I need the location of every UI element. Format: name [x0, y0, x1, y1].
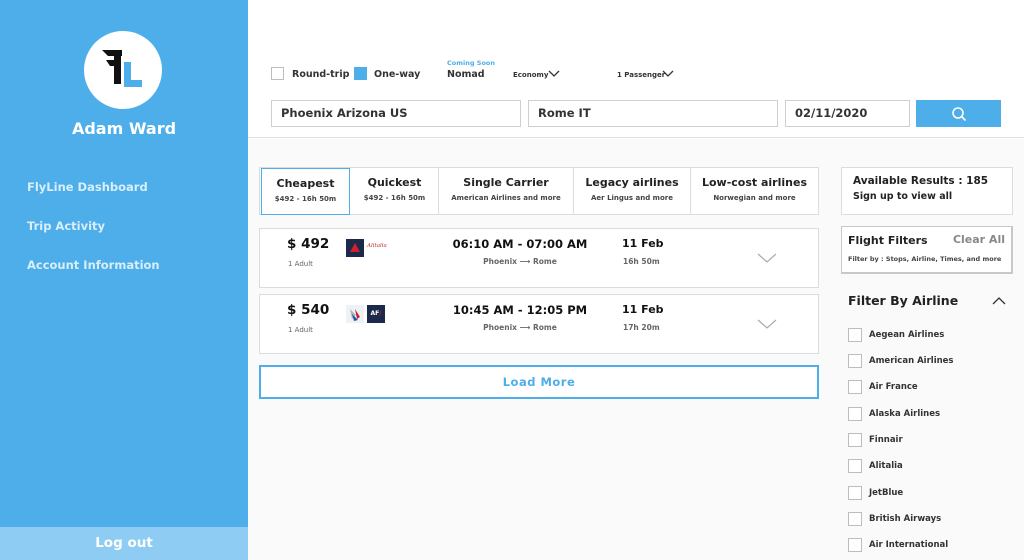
tab-subtitle: Norwegian and more [713, 194, 796, 202]
nav-item-trip-activity[interactable]: Trip Activity [27, 219, 105, 233]
airline-label: Aegean Airlines [869, 330, 945, 340]
arrow-right-icon: ⟶ [519, 323, 533, 332]
alitalia-logo-icon: Alitalia [367, 243, 387, 249]
nav-item-flyline-dashboard[interactable]: FlyLine Dashboard [27, 180, 148, 194]
tab-title: Quickest [367, 176, 422, 189]
clear-all-button[interactable]: Clear All [953, 233, 1005, 246]
round-trip-label: Round-trip [292, 69, 350, 80]
search-icon [952, 107, 967, 122]
flight-duration: 17h 20m [623, 323, 660, 332]
passenger-count: 1 Adult [288, 326, 313, 334]
passenger-select[interactable]: 1 Passenger [617, 71, 665, 79]
search-button[interactable] [916, 100, 1001, 127]
tab-title: Legacy airlines [585, 176, 679, 189]
tab-subtitle: $492 - 16h 50m [363, 194, 426, 202]
chevron-down-icon[interactable] [757, 253, 777, 264]
airline-label: Air International [869, 540, 949, 550]
airline-checkbox[interactable] [848, 328, 862, 342]
round-trip-checkbox[interactable] [271, 67, 284, 80]
one-way-label: One-way [374, 69, 421, 80]
chevron-down-icon[interactable] [757, 319, 777, 330]
flight-filters-subtitle: Filter by : Stops, Airline, Times, and m… [848, 255, 1002, 263]
american-airlines-logo-icon [346, 305, 364, 323]
airline-checkbox[interactable] [848, 486, 862, 500]
nav-item-account-information[interactable]: Account Information [27, 258, 160, 272]
price: $ 492 [287, 236, 330, 252]
tab-title: Cheapest [276, 177, 335, 190]
flight-duration: 16h 50m [623, 257, 660, 266]
airline-label: American Airlines [869, 356, 954, 366]
airline-checkbox[interactable] [848, 459, 862, 473]
airline-checkbox[interactable] [848, 538, 862, 552]
air-france-logo-icon: AF/ [367, 305, 385, 323]
available-results: Available Results : 185 Sign up to view … [841, 167, 1013, 215]
flight-result[interactable]: $ 492 1 Adult Alitalia 06:10 AM - 07:00 … [259, 228, 819, 288]
chevron-down-icon[interactable] [662, 70, 674, 78]
airline-label: Finnair [869, 435, 903, 445]
chevron-down-icon[interactable] [548, 70, 560, 78]
user-name: Adam Ward [71, 119, 177, 138]
flight-filters-panel: Flight Filters Clear All Filter by : Sto… [841, 226, 1013, 274]
flight-date: 11 Feb [622, 303, 664, 316]
price: $ 540 [287, 302, 330, 318]
airline-checkbox[interactable] [848, 354, 862, 368]
route: Phoenix ⟶ Rome [420, 257, 620, 266]
tab-cheapest[interactable]: Cheapest $492 - 16h 50m [261, 168, 350, 215]
route-from: Phoenix [483, 257, 517, 266]
sidebar: Adam Ward FlyLine Dashboard Trip Activit… [0, 0, 248, 560]
delta-logo-icon [346, 239, 364, 257]
airline-checkbox[interactable] [848, 433, 862, 447]
nomad-option[interactable]: Nomad [447, 69, 485, 80]
avatar[interactable] [84, 31, 162, 109]
one-way-checkbox[interactable] [354, 67, 367, 80]
flyline-logo-icon [102, 50, 142, 87]
airline-checkbox[interactable] [848, 512, 862, 526]
route-to: Rome [532, 257, 557, 266]
flight-times: 06:10 AM - 07:00 AM [452, 237, 588, 251]
airline-label: JetBlue [869, 488, 904, 498]
coming-soon-badge: Coming Soon [447, 59, 496, 67]
airline-label: Alitalia [869, 461, 903, 471]
filter-by-airline-title: Filter By Airline [848, 293, 959, 308]
tab-title: Low-cost airlines [701, 176, 807, 189]
airline-label: British Airways [869, 514, 942, 524]
flight-date: 11 Feb [622, 237, 664, 250]
air-france-logo-text: AF [370, 310, 380, 317]
tab-legacy-airlines[interactable]: Legacy airlines Aer Lingus and more [574, 168, 690, 214]
flight-result[interactable]: $ 540 1 Adult AF/ 10:45 AM - 12:05 PM Ph… [259, 294, 819, 354]
tab-subtitle: American Airlines and more [451, 194, 561, 202]
route-from: Phoenix [483, 323, 517, 332]
airline-label: Air France [869, 382, 918, 392]
airline-label: Alaska Airlines [869, 409, 941, 419]
sort-tabs: Cheapest $492 - 16h 50m Quickest $492 - … [259, 167, 819, 215]
cabin-select[interactable]: Economy [513, 71, 548, 79]
available-count: Available Results : 185 [853, 175, 989, 187]
tab-single-carrier[interactable]: Single Carrier American Airlines and mor… [439, 168, 573, 214]
passenger-count: 1 Adult [288, 260, 313, 268]
signup-link[interactable]: Sign up to view all [853, 191, 1012, 202]
tab-subtitle: $492 - 16h 50m [274, 195, 337, 203]
load-more-button[interactable]: Load More [259, 365, 819, 399]
arrow-right-icon: ⟶ [519, 257, 533, 266]
airline-checkbox[interactable] [848, 380, 862, 394]
date-input[interactable]: 02/11/2020 [785, 100, 910, 127]
tab-title: Single Carrier [463, 176, 549, 189]
route-to: Rome [532, 323, 557, 332]
tab-low-cost-airlines[interactable]: Low-cost airlines Norwegian and more [691, 168, 818, 214]
logout-button[interactable]: Log out [0, 527, 248, 560]
route: Phoenix ⟶ Rome [420, 323, 620, 332]
airline-checkbox[interactable] [848, 407, 862, 421]
destination-input[interactable]: Rome IT [528, 100, 778, 127]
flight-filters-title: Flight Filters [848, 234, 928, 247]
tab-subtitle: Aer Lingus and more [591, 194, 673, 202]
flight-times: 10:45 AM - 12:05 PM [452, 303, 588, 317]
tab-quickest[interactable]: Quickest $492 - 16h 50m [350, 168, 439, 214]
chevron-up-icon[interactable] [992, 297, 1006, 305]
app-root: Adam Ward FlyLine Dashboard Trip Activit… [0, 0, 1024, 560]
origin-input[interactable]: Phoenix Arizona US [271, 100, 521, 127]
